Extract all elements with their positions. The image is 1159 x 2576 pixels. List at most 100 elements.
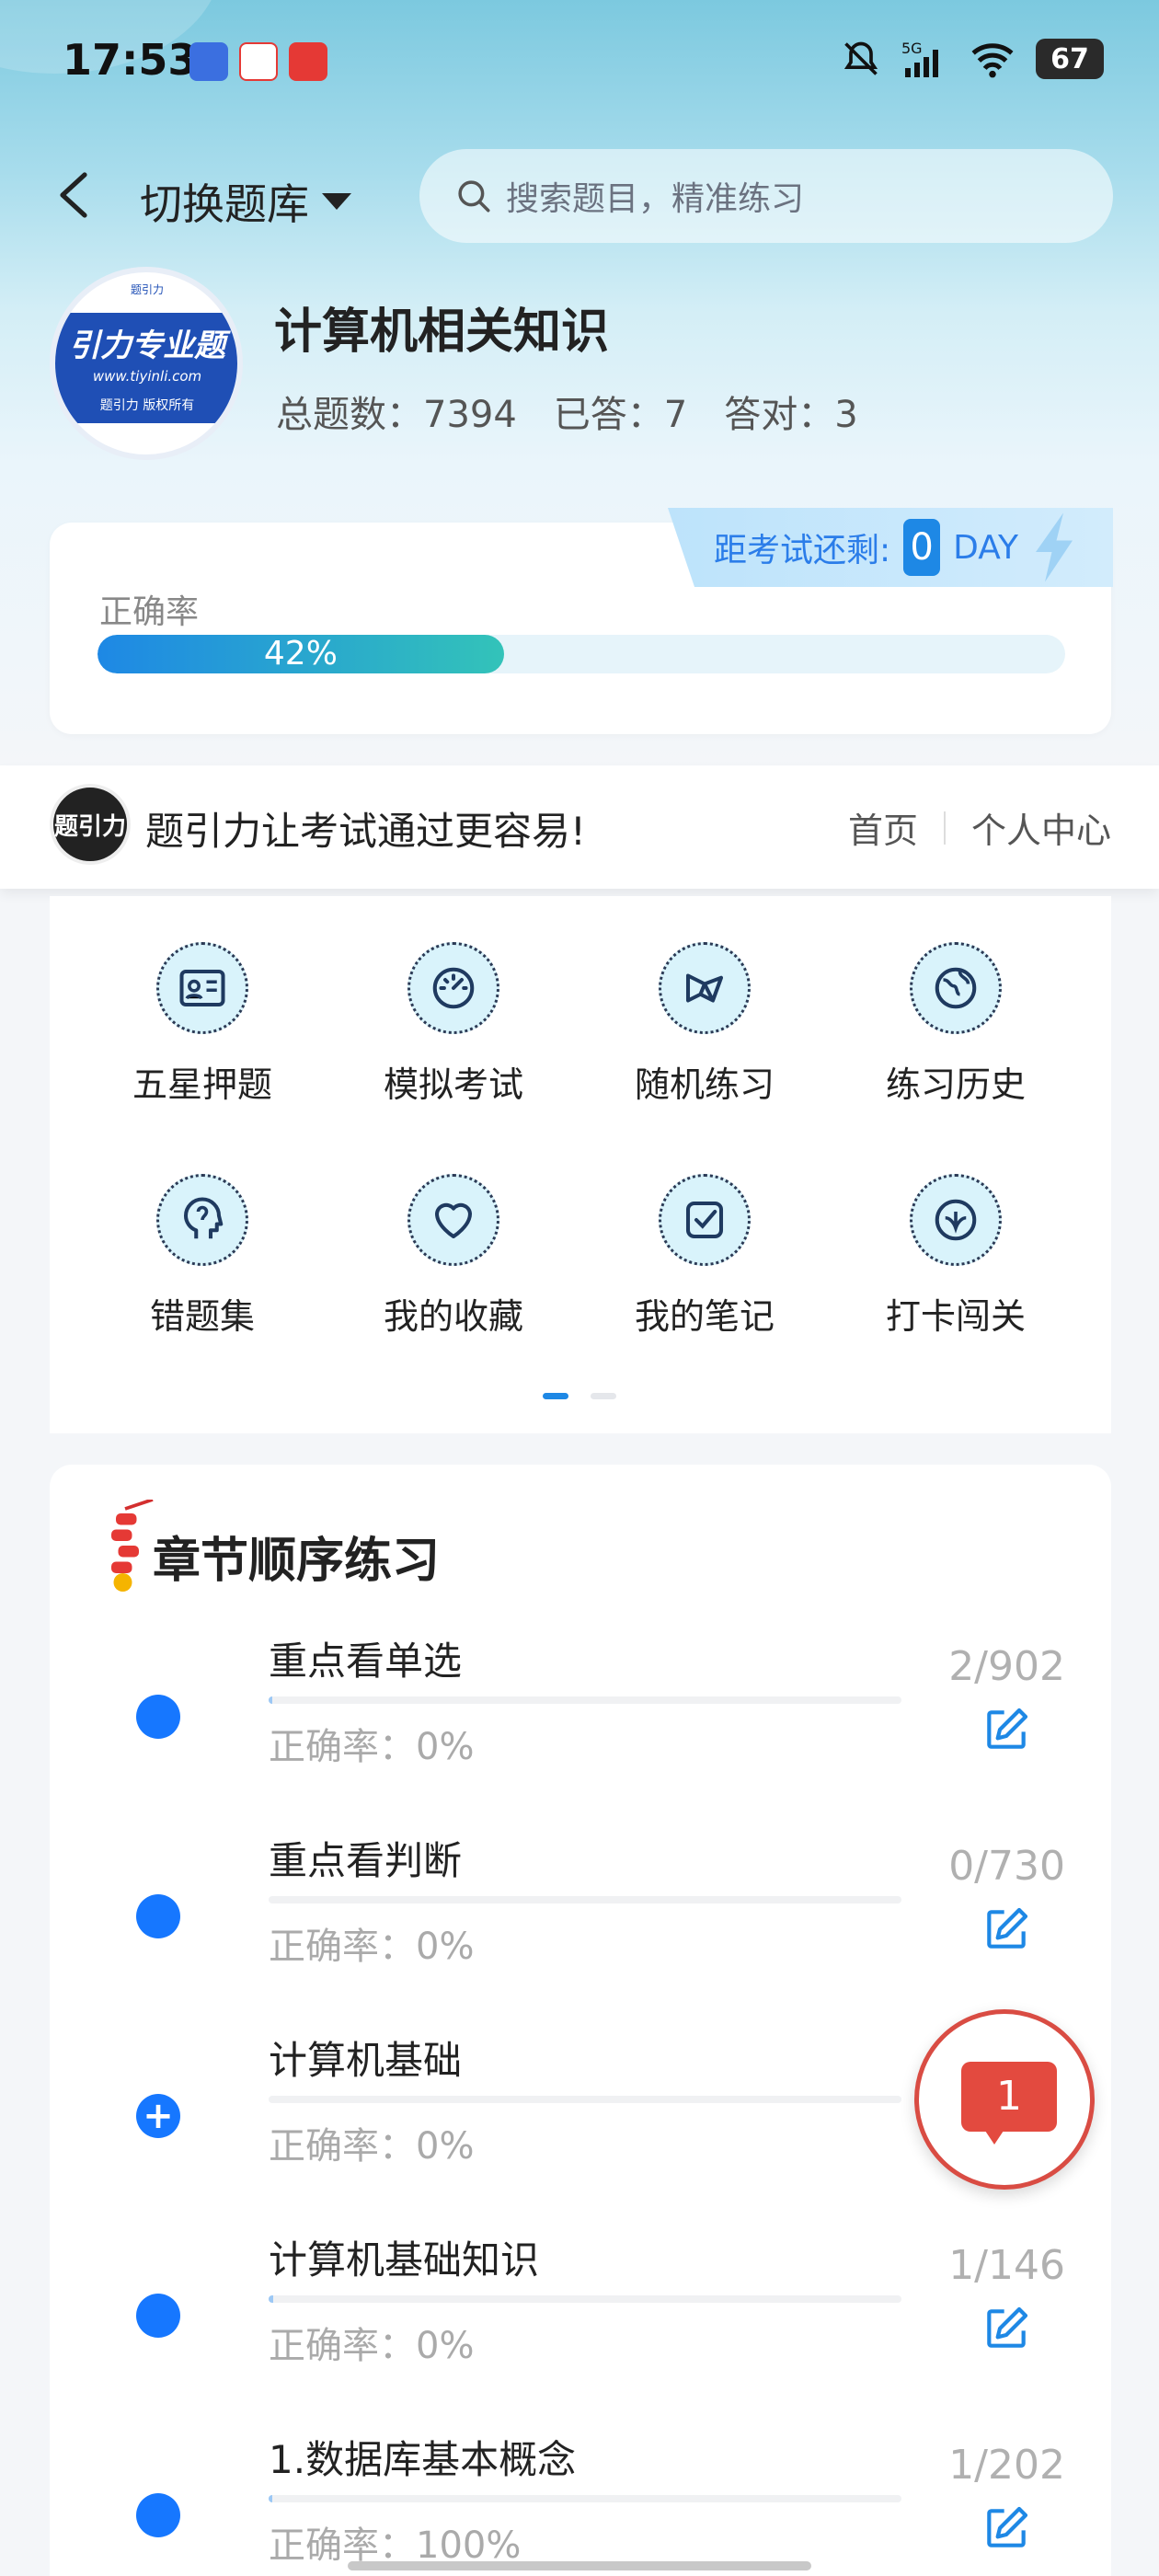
answered-count: 已答：7 [553, 394, 688, 436]
page-dot [591, 1393, 616, 1399]
chapter-progress-bar [269, 1696, 901, 1704]
exam-countdown: 距考试还剩: 0 DAY [668, 508, 1113, 587]
function-item-wrong-answers[interactable]: 错题集 [110, 1174, 294, 1339]
app-notification-icon [239, 42, 278, 81]
chapter-accuracy: 正确率：0% [269, 1726, 475, 1768]
shield-icon [910, 1174, 1002, 1266]
bank-logo-url: www.tiyinli.com [92, 368, 202, 385]
function-label: 我的笔记 [634, 1296, 775, 1337]
battery-indicator: 67 [1036, 39, 1104, 79]
accuracy-percent: 42% [263, 635, 338, 673]
brand-nav: 首页 个人中心 [848, 802, 1111, 853]
function-item-history[interactable]: 练习历史 [864, 942, 1048, 1107]
edit-icon[interactable] [981, 1704, 1032, 1755]
chapter-progress-bar [269, 2096, 901, 2103]
bank-logo-title: 引力专业题 [69, 328, 225, 364]
brand-slogan: 题引力让考试通过更容易! [145, 809, 586, 854]
chapter-row[interactable]: 1.数据库基本概念 正确率：100% 1/202 [0, 2418, 1159, 2576]
function-item-checkin[interactable]: 打卡闯关 [864, 1174, 1048, 1339]
back-button[interactable] [55, 171, 92, 219]
brand-logo: 题引力 [50, 784, 131, 865]
function-label: 打卡闯关 [885, 1296, 1026, 1337]
function-label: 我的收藏 [383, 1296, 523, 1337]
function-label: 模拟考试 [383, 1064, 523, 1105]
countdown-unit: DAY [953, 528, 1019, 567]
function-item-random-practice[interactable]: 随机练习 [613, 942, 797, 1107]
chapter-name: 计算机基础知识 [269, 2237, 540, 2283]
chapter-name: 1.数据库基本概念 [269, 2437, 577, 2482]
expand-plus-icon[interactable]: + [136, 2094, 180, 2138]
globe-icon [910, 942, 1002, 1034]
chapter-section-title: 章节顺序练习 [153, 1534, 441, 1589]
bank-logo: 题引力 引力专业题 www.tiyinli.com 题引力 版权所有 [50, 267, 243, 460]
function-item-favorites[interactable]: 我的收藏 [361, 1174, 545, 1339]
message-fab[interactable]: 1 [914, 2009, 1095, 2190]
chapter-count: 2/902 [948, 1643, 1065, 1690]
chapter-progress-fill [269, 2495, 273, 2502]
speedometer-icon [407, 942, 499, 1034]
app-notification-icon [189, 42, 228, 81]
mute-bell-icon [843, 41, 878, 75]
status-time: 17:53 [63, 35, 198, 85]
search-input[interactable]: 搜索题目，精准练习 [419, 149, 1113, 243]
search-icon [458, 180, 490, 213]
chapter-row[interactable]: 计算机基础知识 正确率：0% 1/146 [0, 2218, 1159, 2419]
function-item-notes[interactable]: 我的笔记 [613, 1174, 797, 1339]
nav-home-link[interactable]: 首页 [848, 802, 918, 853]
correct-count: 答对：3 [724, 394, 858, 436]
chapter-count: 0/730 [948, 1843, 1065, 1890]
brand-bar: 题引力 题引力让考试通过更容易! 首页 个人中心 [0, 765, 1159, 889]
chapter-name: 重点看判断 [269, 1838, 463, 1883]
network-type: 5G [901, 40, 923, 57]
nav-profile-link[interactable]: 个人中心 [971, 802, 1111, 853]
chat-bubble-icon [983, 2128, 1005, 2145]
bank-stats: 总题数：7394 已答：7 答对：3 [276, 385, 858, 438]
message-count-badge: 1 [961, 2062, 1057, 2132]
chapter-bullet-icon [136, 1894, 180, 1938]
function-item-five-star[interactable]: 五星押题 [110, 942, 294, 1107]
bank-logo-top-text: 题引力 [130, 283, 164, 296]
chapter-accuracy: 正确率：0% [269, 1926, 475, 1968]
chapter-name: 计算机基础 [269, 2038, 463, 2083]
chapter-progress-fill [269, 1696, 273, 1704]
heart-icon [407, 1174, 499, 1266]
accuracy-progress-bar: 42% [98, 635, 1065, 673]
chapter-count: 1/146 [948, 2242, 1065, 2289]
chapter-bullet-icon [136, 1695, 180, 1739]
app-notification-icon [289, 42, 327, 81]
page-indicator [543, 1393, 616, 1399]
chapter-bullet-icon [136, 2493, 180, 2537]
chapter-progress-bar [269, 2295, 901, 2303]
edit-icon[interactable] [981, 2502, 1032, 2554]
function-label: 错题集 [149, 1296, 255, 1337]
chapter-row[interactable]: 重点看单选正确率：0% 2/902 [0, 1619, 1159, 1820]
chapter-name: 重点看单选 [269, 1639, 463, 1684]
chapter-row[interactable]: 重点看判断正确率：0% 0/730 [0, 1819, 1159, 2019]
switch-bank-label: 切换题库 [140, 179, 309, 229]
head-icon [156, 1174, 248, 1266]
countdown-label: 距考试还剩: [714, 532, 891, 569]
nav-divider [943, 811, 946, 845]
network-icon [659, 942, 751, 1034]
bank-name: 计算机相关知识 [274, 305, 610, 360]
function-label: 练习历史 [885, 1064, 1026, 1105]
chapter-progress-bar [269, 1896, 901, 1903]
edit-icon[interactable] [981, 2303, 1032, 2354]
edit-icon[interactable] [981, 1903, 1032, 1955]
checkbox-icon [659, 1174, 751, 1266]
status-bar: 17:53 5G 67 [0, 0, 1159, 129]
chapter-accuracy: 正确率：0% [269, 2125, 475, 2168]
chapter-bullet-icon [136, 2294, 180, 2338]
lightning-icon [1036, 512, 1073, 582]
accuracy-label: 正确率 [99, 593, 200, 631]
function-label: 随机练习 [634, 1064, 775, 1105]
switch-bank-dropdown[interactable]: 切换题库 [140, 171, 351, 232]
wifi-icon [971, 43, 1014, 78]
bank-logo-copyright: 题引力 版权所有 [99, 398, 195, 413]
chapter-count: 1/202 [948, 2442, 1065, 2489]
id-card-icon [156, 942, 248, 1034]
caret-down-icon [322, 193, 351, 210]
signal-icon: 5G [901, 40, 938, 77]
function-item-mock-exam[interactable]: 模拟考试 [361, 942, 545, 1107]
home-indicator [348, 2561, 811, 2570]
